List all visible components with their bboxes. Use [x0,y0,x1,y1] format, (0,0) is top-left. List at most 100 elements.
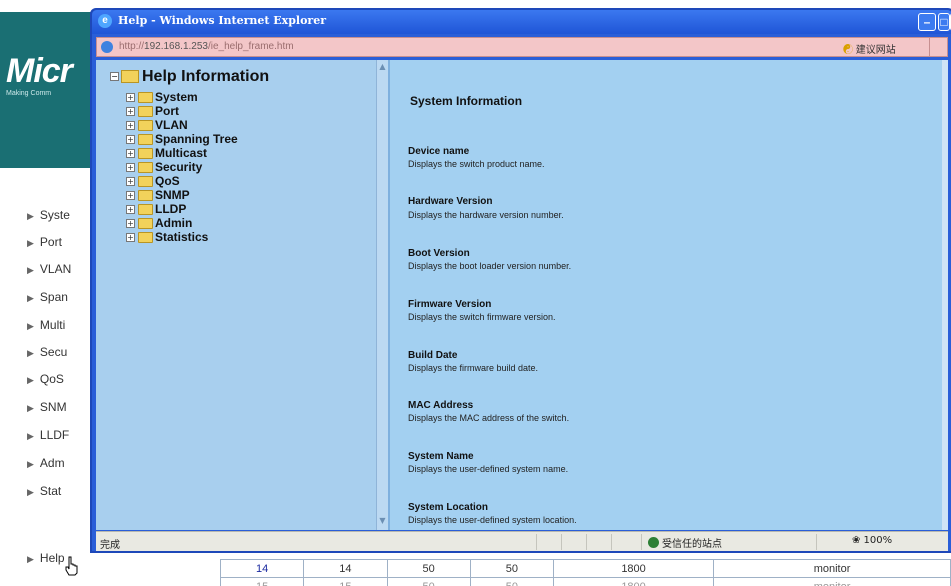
menu-item-spanning[interactable]: ▶ Span [27,290,68,304]
menu-item-statistics[interactable]: ▶ Stat [27,484,61,498]
address-url[interactable]: http://192.168.1.253/ie_help_frame.htm [119,41,294,52]
section-heading: System Name [408,451,474,462]
triangle-right-icon: ▶ [27,431,34,441]
tree-item-vlan[interactable]: + VLAN [126,118,188,132]
tree-item-multicast[interactable]: + Multicast [126,146,207,160]
tree-item-security[interactable]: + Security [126,160,202,174]
minimize-button[interactable]: – [918,13,936,31]
expand-icon[interactable]: + [126,177,135,187]
triangle-right-icon: ▶ [27,554,34,564]
page-icon [101,41,113,53]
security-zone[interactable]: 受信任的站点 [648,535,722,550]
triangle-right-icon: ▶ [27,321,34,331]
section-heading: System Location [408,502,489,513]
section-description: Displays the MAC address of the switch. [408,413,570,423]
table-cell: 50 [469,559,555,578]
suggested-sites-link[interactable]: ☯ 建议网站 [843,41,896,56]
triangle-right-icon: ▶ [27,211,34,221]
table-cell: 50 [386,559,471,578]
folder-icon [138,190,153,202]
brand-tagline: Making Comm [6,90,52,97]
expand-icon[interactable]: + [126,205,135,215]
section-description: Displays the boot loader version number. [408,261,572,271]
help-content: System Information Device name Displays … [388,60,946,530]
folder-icon [138,134,153,146]
menu-item-help[interactable]: ▶ Help [27,551,65,565]
section-heading: Hardware Version [408,196,493,207]
expand-icon[interactable]: + [126,219,135,229]
menu-item-qos[interactable]: ▶ QoS [27,372,64,386]
expand-icon[interactable]: + [126,121,135,131]
expand-icon[interactable]: + [126,233,135,243]
section-heading: MAC Address [408,400,474,411]
menu-item-multicast[interactable]: ▶ Multi [27,318,65,332]
section-description: Displays the switch product name. [408,159,545,169]
tree-scrollbar[interactable]: ▲ ▼ [376,60,388,530]
zoom-control[interactable]: ❀ 100% [852,535,892,546]
globe-icon [648,537,659,548]
brand-logo: Micr [6,52,73,90]
tree-item-spanning-tree[interactable]: + Spanning Tree [126,132,238,146]
content-frame: − Help Information + System + Port + VLAN + S… [96,60,948,530]
status-divider [641,534,642,550]
brand-logo-panel: Micr Making Comm [0,12,92,168]
menu-item-security[interactable]: ▶ Secu [27,345,67,359]
tree-item-lldp[interactable]: + LLDP [126,202,186,216]
status-bar: 完成 受信任的站点 ❀ 100% [96,531,948,551]
tree-item-admin[interactable]: + Admin [126,216,192,230]
expand-icon[interactable]: + [126,135,135,145]
menu-item-snmp[interactable]: ▶ SNM [27,400,67,414]
maximize-button[interactable]: □ [938,13,950,31]
status-divider [816,534,817,550]
menu-item-vlan[interactable]: ▶ VLAN [27,262,71,276]
menu-item-lldp[interactable]: ▶ LLDF [27,428,69,442]
port-table: 14 14 50 50 1800 monitor 15 15 50 50 180… [219,559,951,586]
scroll-down-icon[interactable]: ▼ [378,516,387,526]
triangle-right-icon: ▶ [27,348,34,358]
expand-icon[interactable]: + [126,191,135,201]
window-titlebar[interactable]: e Help - Windows Internet Explorer – □ ✕ [92,10,951,34]
scroll-up-icon[interactable]: ▲ [378,62,387,72]
triangle-right-icon: ▶ [27,403,34,413]
expand-icon[interactable]: + [126,107,135,117]
status-text: 完成 [100,540,120,551]
expand-icon[interactable]: + [126,163,135,173]
table-cell: 14 [219,559,305,578]
collapse-icon[interactable]: − [110,72,119,82]
tree-item-port[interactable]: + Port [126,104,179,118]
tree-item-system[interactable]: + System [126,90,198,104]
table-cell: 1800 [552,577,715,586]
section-heading: Build Date [408,350,458,361]
window-title: Help - Windows Internet Explorer [118,14,327,27]
tree-item-qos[interactable]: + QoS [126,174,180,188]
tree-item-snmp[interactable]: + SNMP [126,188,190,202]
table-cell: 50 [386,577,471,586]
tree-item-statistics[interactable]: + Statistics [126,230,208,244]
address-bar[interactable]: http://192.168.1.253/ie_help_frame.htm ☯… [96,37,948,57]
folder-icon [138,176,153,188]
expand-icon[interactable]: + [126,149,135,159]
address-divider [929,38,949,56]
expand-icon[interactable]: + [126,93,135,103]
page-title: System Information [410,94,523,108]
table-cell: 14 [303,559,388,578]
folder-icon [138,120,153,132]
menu-item-port[interactable]: ▶ Port [27,235,62,249]
folder-icon [138,218,153,230]
section-description: Displays the hardware version number. [408,210,564,220]
status-divider [561,534,562,550]
table-cell: 50 [469,577,555,586]
menu-item-admin[interactable]: ▶ Adm [27,456,65,470]
suggested-sites-icon: ☯ [843,45,853,56]
table-cell: 15 [303,577,388,586]
triangle-right-icon: ▶ [27,293,34,303]
help-tree: − Help Information + System + Port + VLAN + S… [96,60,378,530]
table-cell: monitor [713,559,951,578]
content-scrollbar[interactable] [942,60,948,530]
hand-pointer-icon [65,556,78,576]
folder-icon [138,106,153,118]
tree-root[interactable]: − Help Information [110,68,269,86]
section-heading: Boot Version [408,248,470,259]
menu-item-system[interactable]: ▶ Syste [27,208,70,222]
folder-icon [138,232,153,244]
